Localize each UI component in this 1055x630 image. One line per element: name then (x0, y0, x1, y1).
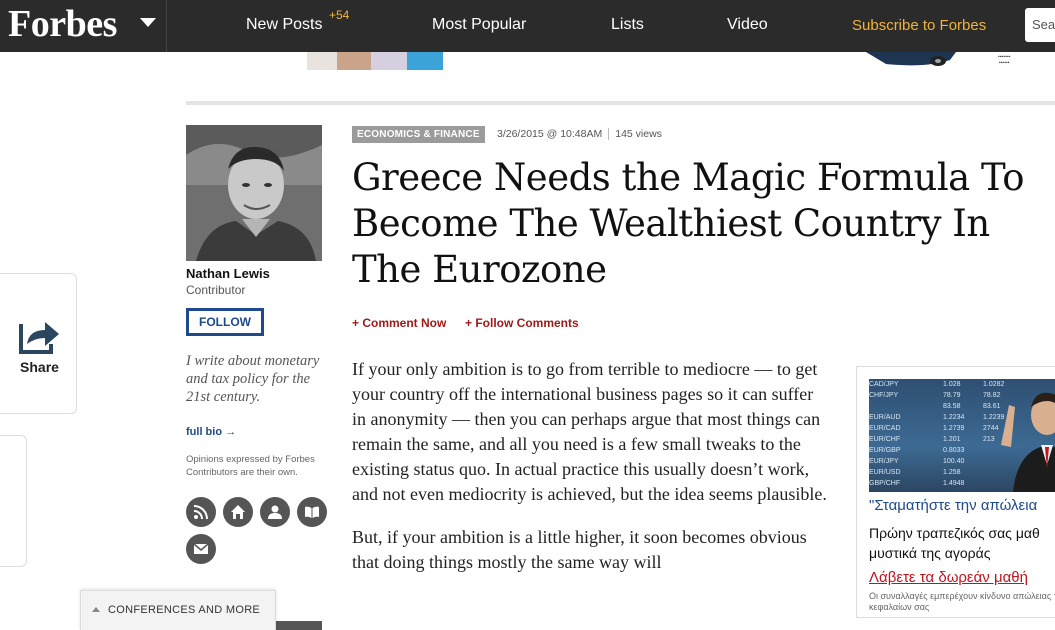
article-title: Greece Needs the Magic Formula To Become… (352, 156, 1025, 291)
ad-person-image (1001, 392, 1055, 492)
author-portrait-image (186, 125, 322, 261)
ticker-ask: 83.61 (983, 403, 1001, 410)
ticker-pair: EUR/AUD (869, 414, 901, 421)
meta-separator (608, 128, 610, 141)
author-avatar[interactable] (186, 125, 322, 261)
new-posts-count-badge: +54 (329, 8, 350, 22)
top-nav-bar: Forbes New Posts +54 Most Popular Lists … (0, 0, 1055, 52)
article-body: If your only ambition is to go from terr… (352, 357, 827, 593)
author-role: Contributor (186, 283, 246, 297)
ticker-bid: 100.40 (943, 458, 965, 465)
ticker-bid: 1.028 (943, 381, 961, 388)
ticker-pair: CAD/JPY (869, 381, 899, 388)
ad-headline: "Σταματήστε την απώλεια (869, 497, 1038, 514)
ticker-ask: 2744 (983, 425, 999, 432)
header-divider (186, 101, 1055, 105)
follow-comments-link[interactable]: + Follow Comments (465, 316, 579, 330)
ticker-ask: 78.82 (983, 392, 1001, 399)
nav-lists[interactable]: Lists (611, 16, 644, 34)
nav-divider (166, 0, 167, 52)
ticker-bid: 1.2234 (943, 414, 965, 421)
ticker-bid: 83.58 (943, 403, 961, 410)
author-bio: I write about monetary and tax policy fo… (186, 353, 320, 405)
ad-disclaimer: Οι συναλλαγές εμπερέχουν κίνδυνο απώλεια… (869, 591, 1055, 612)
profile-icon[interactable] (260, 497, 290, 527)
post-meta: 3/26/2015 @ 10:48AM 145 views (497, 128, 662, 141)
ticker-bid: 0.8033 (943, 447, 965, 454)
nav-most-popular[interactable]: Most Popular (432, 16, 526, 34)
rss-icon[interactable] (186, 497, 216, 527)
full-bio-link[interactable]: full bio → (186, 426, 236, 438)
post-date: 3/26/2015 @ 10:48AM (497, 128, 603, 140)
ticker-pair: EUR/GBP (869, 447, 901, 454)
ad-copy-line: Πρώην τραπεζικός σας μαθ (869, 525, 1040, 541)
ticker-pair: GBP/CHF (869, 480, 901, 487)
follow-author-button[interactable]: FOLLOW (186, 308, 264, 336)
conferences-tab[interactable]: CONFERENCES AND MORE (80, 590, 276, 630)
comment-now-link[interactable]: + Comment Now (352, 316, 446, 330)
ticker-pair: EUR/CAD (869, 425, 901, 432)
share-widget[interactable]: Share (0, 273, 77, 414)
ticker-bid: 1.2739 (943, 425, 965, 432)
ad-copy-line: μυστικά της αγοράς (869, 545, 991, 561)
home-icon[interactable] (223, 497, 253, 527)
subscribe-link[interactable]: Subscribe to Forbes (852, 17, 986, 34)
sidebar-ad[interactable]: CAD/JPY 1.028 1.0282 CHF/JPY 78.79 78.82 83.… (856, 366, 1055, 618)
nav-video[interactable]: Video (727, 16, 768, 34)
banner-ad-car-image[interactable] (866, 52, 956, 68)
banner-ad-image[interactable] (307, 52, 443, 70)
share-icon (19, 322, 59, 354)
left-side-panel (0, 435, 27, 567)
ticker-pair: EUR/JPY (869, 458, 899, 465)
ticker-pair: CHF/JPY (869, 392, 899, 399)
conferences-label: CONFERENCES AND MORE (108, 604, 261, 616)
article-paragraph: If your only ambition is to go from terr… (352, 359, 827, 504)
ticker-ask: 213 (983, 436, 995, 443)
ticker-bid: 1.258 (943, 469, 961, 476)
chevron-down-icon[interactable] (140, 18, 156, 27)
banner-ad-fine-print: ▪▪▪▪▪▪▪ ▪▪▪▪▪▪ (998, 54, 1011, 66)
section-tag[interactable]: ECONOMICS & FINANCE (352, 126, 485, 143)
ticker-bid: 1.201 (943, 436, 961, 443)
chevron-up-icon (92, 607, 100, 612)
opinion-disclaimer: Opinions expressed by Forbes Contributor… (186, 454, 315, 478)
ticker-bid: 1.4948 (943, 480, 965, 487)
nav-new-posts[interactable]: New Posts (246, 16, 322, 34)
forbes-logo[interactable]: Forbes (8, 2, 117, 46)
ad-cta-link[interactable]: Λάβετε τα δωρεάν μαθή (869, 569, 1028, 586)
ticker-pair: EUR/USD (869, 469, 901, 476)
book-icon[interactable] (297, 497, 327, 527)
ad-forex-image: CAD/JPY 1.028 1.0282 CHF/JPY 78.79 78.82 83.… (869, 379, 1055, 492)
email-icon[interactable] (186, 534, 216, 564)
search-input[interactable]: Search (1025, 8, 1055, 42)
ticker-bid: 78.79 (943, 392, 961, 399)
article-paragraph: But, if your ambition is a little higher… (352, 527, 807, 572)
ticker-pair: EUR/CHF (869, 436, 901, 443)
author-name[interactable]: Nathan Lewis (186, 266, 270, 281)
view-count: 145 views (615, 128, 662, 140)
share-label: Share (20, 359, 59, 375)
